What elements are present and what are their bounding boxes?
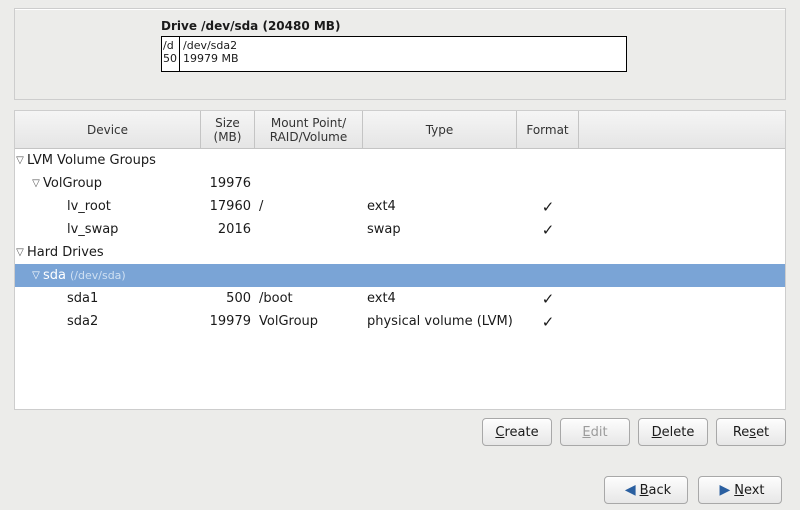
check-icon: ✓	[542, 221, 555, 239]
expand-icon[interactable]: ▽	[31, 178, 41, 189]
check-icon: ✓	[542, 198, 555, 216]
row-label: Hard Drives	[27, 245, 104, 260]
row-label: sda2	[67, 314, 98, 329]
expand-icon[interactable]: ▽	[15, 247, 25, 258]
row-hint: (/dev/sda)	[70, 269, 126, 282]
back-button[interactable]: ◀Back	[604, 476, 688, 504]
cell-type: physical volume (LVM)	[363, 314, 517, 329]
row-lvm-groups[interactable]: ▽LVM Volume Groups	[15, 149, 785, 172]
wizard-nav: ◀Back ▶Next	[604, 476, 782, 504]
drive-usage-bar[interactable]: /d 50 /dev/sda2 19979 MB	[161, 36, 627, 72]
col-header-mount-l2: RAID/Volume	[270, 130, 348, 144]
check-icon: ✓	[542, 290, 555, 308]
check-icon: ✓	[542, 313, 555, 331]
cell-type: swap	[363, 222, 517, 237]
row-lv-swap[interactable]: lv_swap 2016 swap ✓	[15, 218, 785, 241]
arrow-right-icon: ▶	[719, 482, 730, 498]
cell-type: ext4	[363, 199, 517, 214]
col-header-size-l1: Size	[215, 116, 240, 130]
col-header-format[interactable]: Format	[517, 111, 579, 148]
row-label: sda	[43, 268, 66, 283]
col-header-mount-l1: Mount Point/	[271, 116, 346, 130]
cell-mount: /boot	[255, 291, 363, 306]
col-header-size-l2: (MB)	[214, 130, 242, 144]
drive-slice1-label: /d	[163, 39, 178, 52]
partition-window: Drive /dev/sda (20480 MB) /d 50 /dev/sda…	[0, 8, 800, 510]
cell-type: ext4	[363, 291, 517, 306]
row-label: VolGroup	[43, 176, 102, 191]
cell-size: 17960	[201, 199, 255, 214]
col-header-size[interactable]: Size(MB)	[201, 111, 255, 148]
reset-button[interactable]: Reset	[716, 418, 786, 446]
table-header-row: Device Size(MB) Mount Point/RAID/Volume …	[15, 111, 785, 149]
create-button[interactable]: Create	[482, 418, 552, 446]
partition-table: Device Size(MB) Mount Point/RAID/Volume …	[14, 110, 786, 410]
cell-size: 19979	[201, 314, 255, 329]
action-button-row: Create Edit Delete Reset	[0, 410, 800, 446]
row-sda2[interactable]: sda2 19979 VolGroup physical volume (LVM…	[15, 310, 785, 333]
drive-slice2-label: /dev/sda2	[183, 39, 623, 52]
row-lv-root[interactable]: lv_root 17960 / ext4 ✓	[15, 195, 785, 218]
col-header-device[interactable]: Device	[15, 111, 201, 148]
next-button[interactable]: ▶Next	[698, 476, 782, 504]
col-header-type[interactable]: Type	[363, 111, 517, 148]
delete-button[interactable]: Delete	[638, 418, 708, 446]
row-sda1[interactable]: sda1 500 /boot ext4 ✓	[15, 287, 785, 310]
table-body: ▽LVM Volume Groups ▽VolGroup 19976 lv_ro…	[15, 149, 785, 409]
row-label: LVM Volume Groups	[27, 153, 156, 168]
edit-button: Edit	[560, 418, 630, 446]
drive-slice1-size: 50	[163, 52, 178, 65]
drive-slice-sda1[interactable]: /d 50	[162, 37, 180, 71]
col-header-spacer	[579, 111, 785, 148]
drive-slice-sda2[interactable]: /dev/sda2 19979 MB	[180, 37, 626, 71]
arrow-left-icon: ◀	[625, 482, 636, 498]
cell-mount: /	[255, 199, 363, 214]
row-volgroup[interactable]: ▽VolGroup 19976	[15, 172, 785, 195]
drive-summary-panel: Drive /dev/sda (20480 MB) /d 50 /dev/sda…	[14, 8, 786, 100]
expand-icon[interactable]: ▽	[15, 155, 25, 166]
expand-icon[interactable]: ▽	[31, 270, 41, 281]
row-label: lv_swap	[67, 222, 118, 237]
row-label: sda1	[67, 291, 98, 306]
col-header-mount[interactable]: Mount Point/RAID/Volume	[255, 111, 363, 148]
row-hard-drives[interactable]: ▽Hard Drives	[15, 241, 785, 264]
cell-mount: VolGroup	[255, 314, 363, 329]
drive-title: Drive /dev/sda (20480 MB)	[161, 19, 775, 33]
row-sda[interactable]: ▽sda (/dev/sda)	[15, 264, 785, 287]
cell-size: 19976	[201, 176, 255, 191]
row-label: lv_root	[67, 199, 111, 214]
cell-size: 2016	[201, 222, 255, 237]
cell-size: 500	[201, 291, 255, 306]
drive-slice2-size: 19979 MB	[183, 52, 623, 65]
